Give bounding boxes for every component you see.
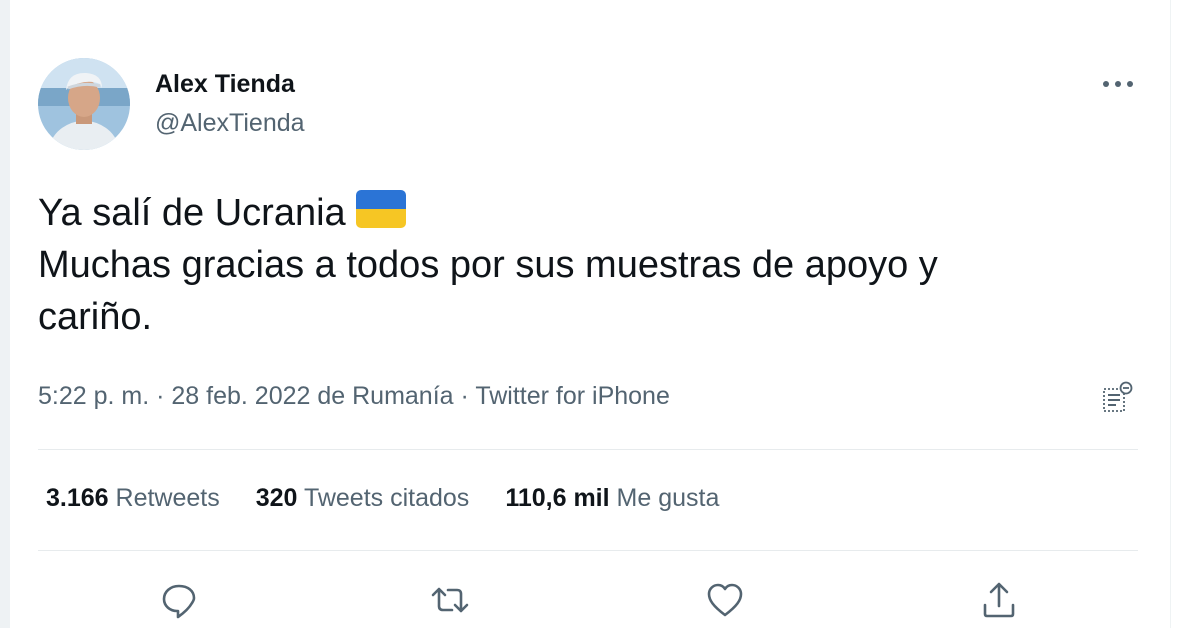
heart-icon [707, 583, 743, 617]
share-button[interactable] [977, 578, 1021, 622]
reply-icon [162, 584, 196, 619]
tweet-source[interactable]: Twitter for iPhone [475, 382, 670, 410]
tweet-location[interactable]: Rumanía [352, 382, 453, 410]
more-horizontal-icon [1103, 81, 1133, 87]
quote-tweets-stat[interactable]: 320 Tweets citados [256, 484, 470, 513]
analytics-button[interactable] [1098, 380, 1134, 416]
more-options-button[interactable] [1098, 70, 1138, 98]
engagement-stats: 3.166 Retweets 320 Tweets citados 110,6 mi… [46, 484, 755, 513]
avatar[interactable] [38, 58, 130, 150]
ukraine-flag-icon [355, 190, 406, 228]
retweet-button[interactable] [428, 578, 472, 622]
tweet-date[interactable]: 28 feb. 2022 [171, 382, 310, 410]
meta-separator: · [149, 382, 172, 410]
divider [38, 550, 1138, 551]
divider [38, 449, 1138, 450]
retweets-count: 3.166 [46, 484, 109, 512]
right-page-margin [1170, 0, 1200, 628]
likes-label: Me gusta [616, 484, 720, 512]
author-handle[interactable]: @AlexTienda [155, 109, 305, 138]
likes-count: 110,6 mil [505, 484, 610, 512]
quote-tweets-count: 320 [255, 484, 298, 512]
likes-stat[interactable]: 110,6 mil Me gusta [505, 484, 719, 513]
tweet-metadata: 5:22 p. m. · 28 feb. 2022 de Rumanía · T… [38, 382, 670, 411]
tweet-time[interactable]: 5:22 p. m. [38, 382, 149, 410]
retweet-icon [431, 587, 469, 613]
like-button[interactable] [703, 578, 747, 622]
location-prefix: de [310, 382, 353, 410]
tweet-card: Alex Tienda @AlexTienda Ya salí de Ucran… [10, 0, 1170, 628]
tweet-text-line: Ya salí de Ucrania [38, 187, 1138, 239]
analytics-icon [1103, 381, 1133, 412]
tweet-text-line-3: cariño. [38, 296, 153, 338]
retweets-stat[interactable]: 3.166 Retweets [46, 484, 220, 513]
retweets-label: Retweets [115, 484, 220, 512]
quote-tweets-label: Tweets citados [303, 484, 470, 512]
tweet-text: Ya salí de Ucrania Muchas gracias a todo… [38, 187, 1138, 343]
author-name[interactable]: Alex Tienda [155, 70, 295, 99]
left-page-margin [0, 0, 10, 628]
meta-separator: · [453, 382, 476, 410]
tweet-text-line-1: Ya salí de Ucrania [38, 192, 346, 234]
tweet-text-line-2: Muchas gracias a todos por sus muestras … [38, 244, 938, 286]
share-icon [983, 582, 1015, 618]
reply-button[interactable] [157, 578, 201, 622]
